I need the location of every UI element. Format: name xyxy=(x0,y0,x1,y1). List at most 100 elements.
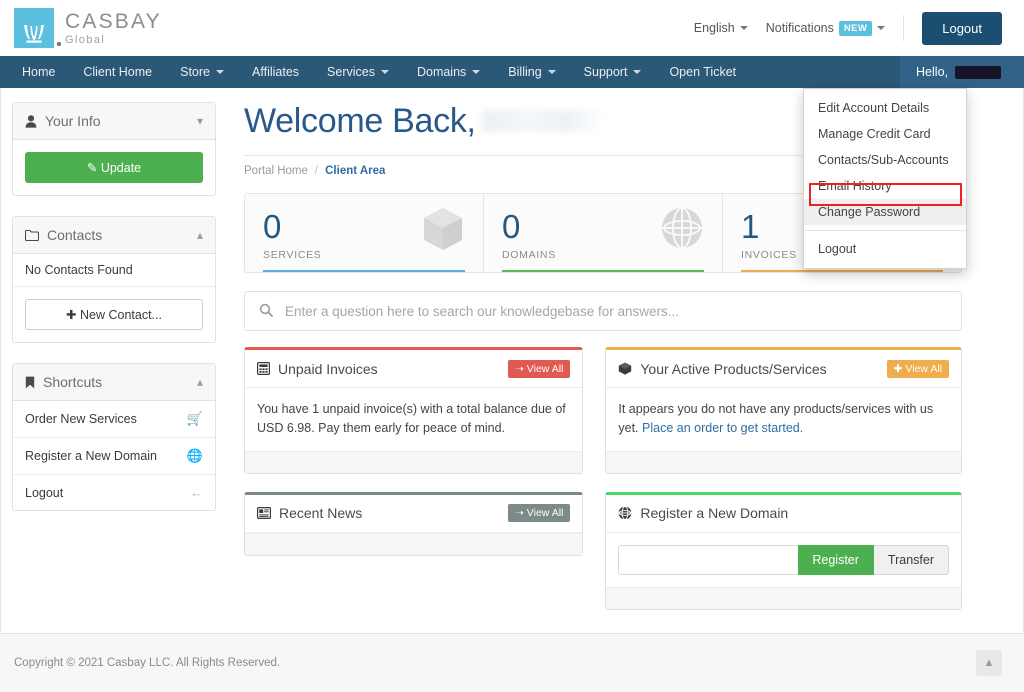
dropdown-item-change-password[interactable]: Change Password xyxy=(804,199,966,225)
nav-label: Services xyxy=(327,65,375,79)
nav-item-billing[interactable]: Billing xyxy=(494,56,569,88)
shortcuts-header[interactable]: Shortcuts ▴ xyxy=(13,364,215,401)
card-footer xyxy=(245,532,583,555)
brand-subtitle: Global xyxy=(65,33,106,46)
chevron-down-icon xyxy=(739,26,748,30)
update-button-label: Update xyxy=(100,161,142,175)
chevron-up-icon: ▲ xyxy=(983,657,995,669)
shortcut-register-new-domain[interactable]: Register a New Domain 🌐 xyxy=(13,438,215,475)
nav-item-affiliates[interactable]: Affiliates xyxy=(238,56,313,88)
stat-card-domains[interactable]: 0 DOMAINS xyxy=(484,194,723,272)
folder-icon xyxy=(25,229,39,241)
language-label: English xyxy=(693,21,735,35)
knowledgebase-search[interactable] xyxy=(244,291,962,331)
new-contact-button[interactable]: ✚ New Contact... xyxy=(25,299,203,330)
arrow-right-icon: ➝ xyxy=(514,362,524,375)
panel-shortcuts: Shortcuts ▴ Order New Services 🛒 Registe… xyxy=(12,363,216,511)
recent-news-header: Recent News ➝ View All xyxy=(245,495,583,533)
dropdown-item-contacts-sub-accounts[interactable]: Contacts/Sub-Accounts xyxy=(804,147,966,173)
chevron-down-icon[interactable]: ▾ xyxy=(197,115,203,127)
card-title-group: Recent News xyxy=(257,505,362,521)
pencil-icon: ✎ xyxy=(86,161,98,175)
nav-item-support[interactable]: Support xyxy=(570,56,656,88)
plus-icon: ✚ xyxy=(66,308,77,322)
stat-underline xyxy=(741,270,943,272)
nav-item-domains[interactable]: Domains xyxy=(403,56,494,88)
nav-item-home[interactable]: Home xyxy=(8,56,69,88)
nav-item-client-home[interactable]: Client Home xyxy=(69,56,166,88)
top-header: CASBAY Global English Notifications NEW … xyxy=(0,0,1024,56)
nav-label: Billing xyxy=(508,65,542,79)
shortcut-logout[interactable]: Logout ← xyxy=(13,475,215,510)
breadcrumb-current[interactable]: Client Area xyxy=(325,165,385,177)
language-selector[interactable]: English xyxy=(694,21,748,35)
nav-label: Client Home xyxy=(83,65,153,79)
update-button[interactable]: ✎ Update xyxy=(25,152,203,183)
brand-name: CASBAY xyxy=(65,9,162,33)
card-title: Your Active Products/Services xyxy=(640,360,827,377)
dashboard-cards: Unpaid Invoices ➝ View All You have 1 un… xyxy=(244,347,962,610)
nav-item-open-ticket[interactable]: Open Ticket xyxy=(655,56,750,88)
card-title-group: Your Active Products/Services xyxy=(618,360,827,377)
register-domain-button[interactable]: Register xyxy=(798,544,874,575)
notifications-menu[interactable]: Notifications NEW xyxy=(766,20,886,36)
new-contact-label: New Contact... xyxy=(79,308,162,322)
nav-label: Support xyxy=(583,65,628,79)
breadcrumb-home[interactable]: Portal Home xyxy=(244,165,308,177)
view-all-label: View All xyxy=(526,362,564,375)
logout-button[interactable]: Logout xyxy=(922,11,1002,45)
globe-icon: 🌐 xyxy=(186,448,203,463)
view-all-unpaid-invoices-button[interactable]: ➝ View All xyxy=(507,359,571,378)
view-all-recent-news-button[interactable]: ➝ View All xyxy=(507,504,571,523)
dropdown-item-logout[interactable]: Logout xyxy=(804,236,966,262)
panel-your-info: Your Info ▾ ✎ Update xyxy=(12,102,216,196)
breadcrumb-separator: / xyxy=(314,165,319,177)
cards-column-left: Unpaid Invoices ➝ View All You have 1 un… xyxy=(244,347,584,610)
place-order-link[interactable]: Place an order to get started. xyxy=(642,421,803,435)
chevron-down-icon xyxy=(877,26,886,30)
shortcut-label: Logout xyxy=(25,485,64,500)
card-title: Register a New Domain xyxy=(640,505,789,522)
stat-card-services[interactable]: 0 SERVICES xyxy=(245,194,484,272)
unpaid-invoices-message: You have 1 unpaid invoice(s) with a tota… xyxy=(257,402,566,436)
stat-underline xyxy=(263,270,465,272)
nav-items: Home Client Home Store Affiliates Servic… xyxy=(0,56,750,88)
shopping-cart-icon: 🛒 xyxy=(186,411,203,426)
contacts-header[interactable]: Contacts ▴ xyxy=(13,217,215,254)
nav-item-store[interactable]: Store xyxy=(166,56,238,88)
dropdown-item-edit-account-details[interactable]: Edit Account Details xyxy=(804,95,966,121)
dropdown-item-manage-credit-card[interactable]: Manage Credit Card xyxy=(804,121,966,147)
brand-logo[interactable]: CASBAY Global xyxy=(14,8,162,48)
logo-dot-icon xyxy=(57,42,61,46)
your-info-header[interactable]: Your Info ▾ xyxy=(13,103,215,140)
view-all-label: View All xyxy=(526,507,564,520)
contacts-actions: ✚ New Contact... xyxy=(13,287,215,342)
main-navigation: Home Client Home Store Affiliates Servic… xyxy=(0,56,1024,88)
domain-name-input[interactable] xyxy=(618,544,799,575)
calculator-icon xyxy=(257,362,270,375)
domain-register-form: Register Transfer xyxy=(606,533,961,587)
dropdown-item-email-history[interactable]: Email History xyxy=(804,173,966,199)
your-info-title: Your Info xyxy=(45,113,101,129)
notifications-new-badge: NEW xyxy=(838,20,873,36)
card-unpaid-invoices: Unpaid Invoices ➝ View All You have 1 un… xyxy=(244,347,584,474)
search-input[interactable] xyxy=(285,303,947,319)
chevron-up-icon[interactable]: ▴ xyxy=(197,376,203,388)
card-title: Unpaid Invoices xyxy=(278,360,378,377)
user-account-menu-trigger[interactable]: Hello, xyxy=(900,56,1024,88)
nav-user-area: Hello, xyxy=(900,56,1024,88)
newspaper-icon xyxy=(257,507,271,520)
nav-item-services[interactable]: Services xyxy=(313,56,403,88)
chevron-up-icon[interactable]: ▴ xyxy=(197,229,203,241)
view-all-products-button[interactable]: ✚ View All xyxy=(886,359,949,378)
chevron-down-icon xyxy=(547,70,556,74)
shortcut-order-new-services[interactable]: Order New Services 🛒 xyxy=(13,401,215,438)
chevron-down-icon xyxy=(216,70,225,74)
view-all-label: View All xyxy=(905,362,942,375)
card-footer xyxy=(245,450,583,473)
nav-label: Open Ticket xyxy=(669,65,737,79)
bookmark-icon xyxy=(25,376,35,389)
card-active-products-services: Your Active Products/Services ✚ View All… xyxy=(605,347,962,474)
transfer-domain-button[interactable]: Transfer xyxy=(873,544,949,575)
scroll-to-top-button[interactable]: ▲ xyxy=(976,650,1002,676)
